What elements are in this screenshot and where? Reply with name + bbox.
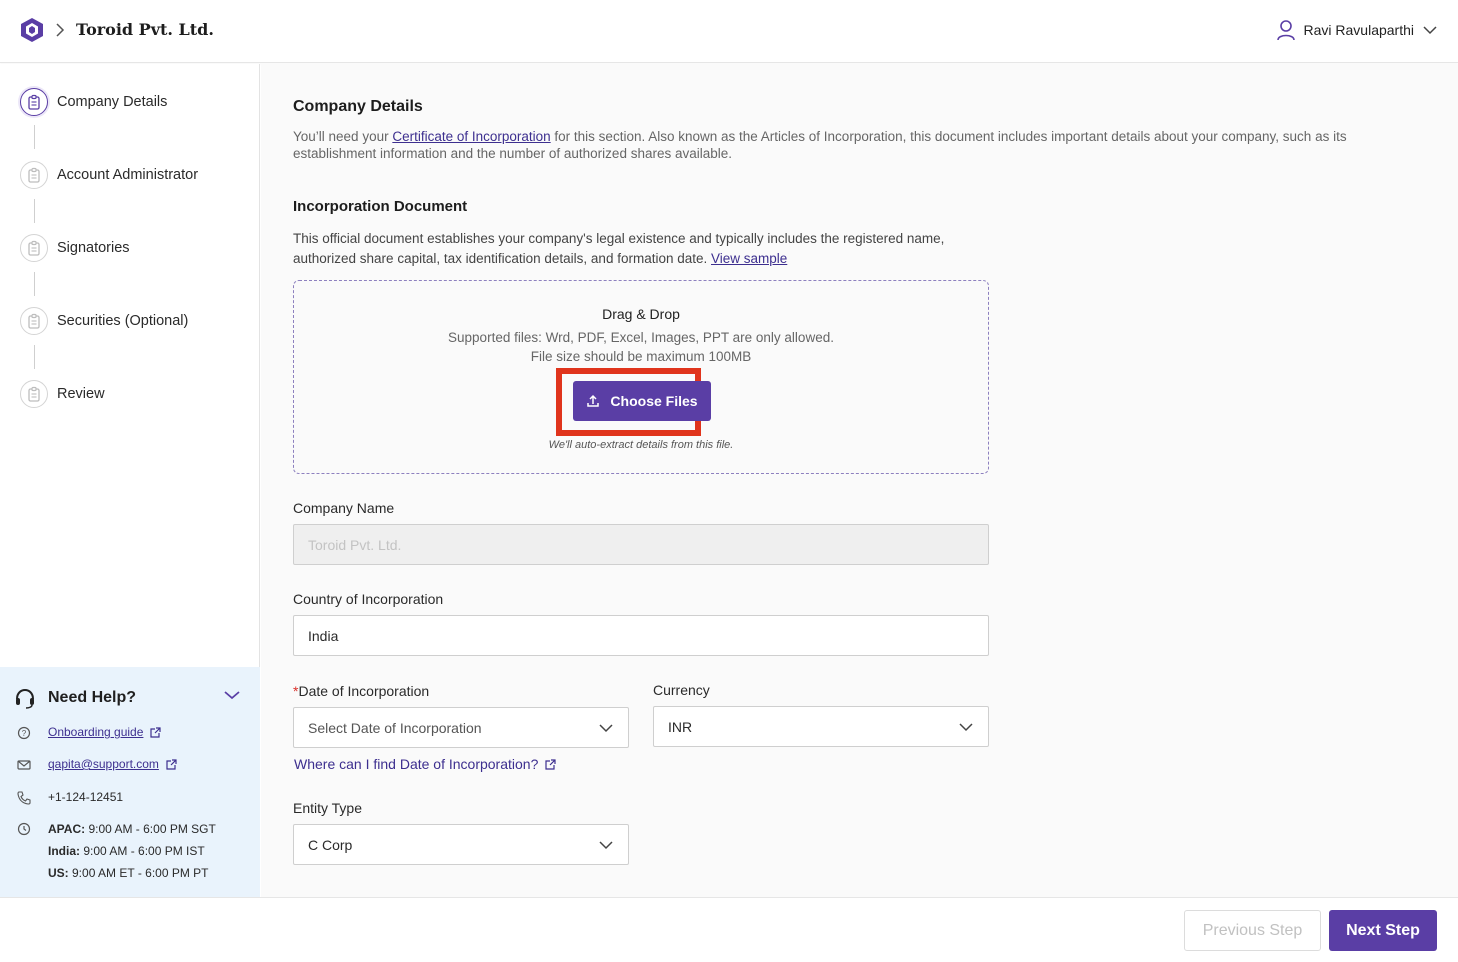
chevron-right-icon xyxy=(56,23,65,37)
company-name-field: Toroid Pvt. Ltd. xyxy=(293,524,989,565)
hours-row: APAC: 9:00 AM - 6:00 PM SGT India: 9:00 … xyxy=(16,818,216,884)
user-menu[interactable]: Ravi Ravulaparthi xyxy=(1276,19,1439,41)
hours-india: India: 9:00 AM - 6:00 PM IST xyxy=(48,844,205,858)
entity-type-select[interactable]: C Corp xyxy=(293,824,629,865)
intro-text: You’ll need your Certificate of Incorpor… xyxy=(293,129,1347,161)
certificate-link[interactable]: Certificate of Incorporation xyxy=(392,129,550,144)
step-label: Account Administrator xyxy=(57,167,199,183)
question-circle-icon: ? xyxy=(17,726,31,740)
step-company-details[interactable]: Company Details xyxy=(20,88,167,116)
entity-type-label: Entity Type xyxy=(293,800,363,816)
step-signatories[interactable]: Signatories xyxy=(20,234,130,262)
country-field[interactable]: India xyxy=(293,615,989,656)
step-securities[interactable]: Securities (Optional) xyxy=(20,307,188,335)
step-review[interactable]: Review xyxy=(20,380,105,408)
external-link-icon xyxy=(545,758,556,770)
svg-text:?: ? xyxy=(22,729,27,738)
previous-step-button[interactable]: Previous Step xyxy=(1184,910,1321,951)
main-content: Company Details You’ll need your Certifi… xyxy=(261,64,1458,897)
mail-icon xyxy=(17,760,31,770)
chevron-down-icon[interactable] xyxy=(223,689,241,701)
chevron-down-icon xyxy=(959,722,973,731)
phone-row: +1-124-12451 xyxy=(16,790,123,806)
app-logo-icon[interactable] xyxy=(18,16,46,44)
external-link-icon[interactable] xyxy=(165,758,178,771)
currency-value: INR xyxy=(668,718,693,735)
step-account-administrator[interactable]: Account Administrator xyxy=(20,161,198,189)
upload-icon xyxy=(587,394,600,407)
user-name: Ravi Ravulaparthi xyxy=(1303,22,1415,38)
date-help-link[interactable]: Where can I find Date of Incorporation? xyxy=(294,756,557,772)
support-email-link[interactable]: qapita@support.com xyxy=(48,757,159,771)
user-icon xyxy=(1276,20,1295,41)
currency-select[interactable]: INR xyxy=(653,706,989,747)
dropzone-title: Drag & Drop xyxy=(602,306,680,322)
country-value: India xyxy=(308,627,339,644)
footer-bar: Previous Step Next Step xyxy=(0,897,1458,962)
view-sample-link[interactable]: View sample xyxy=(711,251,787,266)
support-hours: APAC: 9:00 AM - 6:00 PM SGT India: 9:00 … xyxy=(48,818,216,884)
clipboard-icon xyxy=(20,380,48,408)
company-name-label: Company Name xyxy=(293,500,395,516)
file-size-text: File size should be maximum 100MB xyxy=(530,349,752,364)
section-description: This official document establishes your … xyxy=(293,231,945,266)
step-label: Signatories xyxy=(57,240,130,256)
page-title: Company Details xyxy=(293,98,423,115)
company-name-breadcrumb[interactable]: Toroid Pvt. Ltd. xyxy=(76,20,214,39)
step-connector xyxy=(34,199,35,223)
supported-files-text: Supported files: Wrd, PDF, Excel, Images… xyxy=(448,330,834,345)
chevron-down-icon xyxy=(599,723,613,732)
support-phone: +1-124-12451 xyxy=(48,790,124,804)
external-link-icon[interactable] xyxy=(149,726,162,739)
country-label: Country of Incorporation xyxy=(293,591,444,607)
date-label: *Date of Incorporation xyxy=(293,683,430,699)
help-header[interactable]: Need Help? xyxy=(14,687,136,709)
hours-apac: APAC: 9:00 AM - 6:00 PM SGT xyxy=(48,822,216,836)
headset-icon xyxy=(16,688,34,709)
step-connector xyxy=(34,272,35,296)
choose-files-button[interactable]: Choose Files xyxy=(573,381,711,421)
step-connector xyxy=(34,345,35,369)
chevron-down-icon xyxy=(599,840,613,849)
entity-type-value: C Corp xyxy=(308,836,353,853)
step-label: Review xyxy=(57,386,105,402)
step-connector xyxy=(34,125,35,149)
step-label: Company Details xyxy=(57,94,168,110)
date-placeholder: Select Date of Incorporation xyxy=(308,719,482,736)
phone-icon xyxy=(17,791,31,805)
next-step-button[interactable]: Next Step xyxy=(1329,910,1437,951)
support-email-row: qapita@support.com xyxy=(16,757,178,773)
onboarding-guide-link[interactable]: Onboarding guide xyxy=(48,725,143,739)
section-title: Incorporation Document xyxy=(293,198,468,215)
currency-label: Currency xyxy=(653,682,710,698)
chevron-down-icon xyxy=(1423,26,1437,35)
top-header: Toroid Pvt. Ltd. Ravi Ravulaparthi xyxy=(0,0,1458,63)
date-select[interactable]: Select Date of Incorporation xyxy=(293,707,629,748)
clipboard-icon xyxy=(20,234,48,262)
help-title: Need Help? xyxy=(48,689,137,706)
clipboard-icon xyxy=(20,161,48,189)
file-dropzone[interactable]: Drag & Drop Supported files: Wrd, PDF, E… xyxy=(293,280,989,474)
step-label: Securities (Optional) xyxy=(57,313,189,329)
choose-files-label: Choose Files xyxy=(610,393,698,409)
clock-icon xyxy=(17,822,31,836)
auto-extract-note: We'll auto-extract details from this fil… xyxy=(548,439,734,451)
onboarding-guide-row: ? Onboarding guide xyxy=(16,725,162,741)
clipboard-icon xyxy=(20,307,48,335)
hours-us: US: 9:00 AM ET - 6:00 PM PT xyxy=(48,866,209,880)
help-panel: Need Help? ? Onboarding guide qapita@sup… xyxy=(0,667,260,897)
clipboard-icon xyxy=(20,88,48,116)
company-name-value: Toroid Pvt. Ltd. xyxy=(308,536,402,553)
